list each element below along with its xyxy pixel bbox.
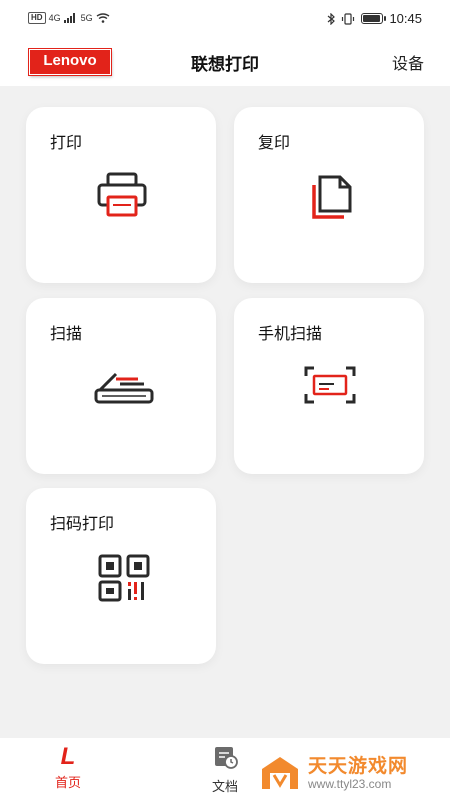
phone-scan-tile-label: 手机扫描 bbox=[258, 324, 323, 343]
hd-indicator: HD bbox=[28, 12, 46, 24]
watermark: 天天游戏网 www.ttyl23.com bbox=[258, 745, 450, 800]
watermark-title: 天天游戏网 bbox=[308, 754, 409, 777]
network-type-label-2: 5G bbox=[80, 13, 93, 23]
watermark-logo-icon bbox=[262, 756, 298, 789]
wifi-icon bbox=[96, 13, 109, 23]
scan-tile[interactable]: 扫描 bbox=[26, 298, 216, 474]
print-tile[interactable]: 打印 bbox=[26, 107, 216, 283]
scan-tile-label: 扫描 bbox=[50, 324, 83, 343]
network-type-label: 4G bbox=[48, 13, 61, 23]
print-tile-label: 打印 bbox=[50, 133, 83, 152]
qr-print-tile-label: 扫码打印 bbox=[50, 514, 115, 533]
nav-home[interactable]: L 首页 bbox=[38, 743, 98, 792]
bluetooth-icon bbox=[328, 12, 336, 25]
home-icon: L bbox=[60, 743, 76, 770]
vibrate-icon bbox=[342, 12, 355, 25]
nav-home-label: 首页 bbox=[54, 776, 81, 791]
phone-scan-icon bbox=[304, 366, 356, 404]
page-title: 联想打印 bbox=[191, 55, 259, 75]
qr-print-tile[interactable]: 扫码打印 bbox=[26, 488, 216, 664]
printer-icon bbox=[97, 172, 147, 217]
scanner-icon bbox=[94, 372, 154, 404]
copy-tile[interactable]: 复印 bbox=[234, 107, 424, 283]
nav-documents[interactable]: 文档 bbox=[195, 744, 255, 795]
battery-icon bbox=[361, 13, 387, 24]
battery-fill bbox=[363, 15, 381, 22]
watermark-url: www.ttyl23.com bbox=[308, 776, 392, 791]
status-time: 10:45 bbox=[389, 11, 422, 26]
copy-icon bbox=[312, 175, 352, 219]
document-clock-icon bbox=[215, 747, 238, 769]
device-button[interactable]: 设备 bbox=[392, 50, 424, 74]
qr-code-icon bbox=[98, 554, 150, 602]
app-header: Lenovo 联想打印 设备 bbox=[0, 38, 450, 86]
cellular-signal-icon bbox=[63, 13, 75, 23]
copy-tile-label: 复印 bbox=[258, 133, 291, 152]
status-bar: HD 4G 5G 10:45 bbox=[0, 0, 450, 38]
status-indicators: HD 4G 5G bbox=[28, 12, 110, 24]
nav-documents-label: 文档 bbox=[211, 780, 238, 795]
status-right: 10:45 bbox=[327, 11, 422, 26]
phone-scan-tile[interactable]: 手机扫描 bbox=[234, 298, 424, 474]
